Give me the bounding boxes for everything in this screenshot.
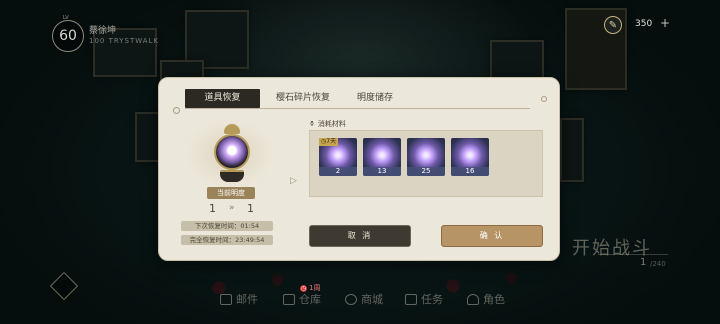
materials-panel: ◷7天 2 13 25 16 (309, 130, 543, 197)
current-brightness-label: 当前明度 (207, 187, 255, 199)
tab-bar: 道具恢复 樱石碎片恢复 明度储存 (185, 89, 530, 109)
add-currency-button[interactable]: + (660, 16, 670, 30)
material-item[interactable]: 13 (363, 138, 401, 176)
nav-task[interactable]: 任务 (405, 291, 443, 307)
clock-icon: ◷ (300, 284, 307, 292)
tab-fragment-recovery[interactable]: 樱石碎片恢复 (263, 89, 343, 108)
level-value: 60 (59, 28, 77, 44)
stage-total: /240 (650, 260, 666, 268)
materials-title: 消耗材料 (317, 120, 346, 128)
next-recover-time: 下次恢复时间：01:54 (181, 221, 273, 231)
full-recover-time: 完全恢复时间：23:49:54 (181, 235, 273, 245)
material-item[interactable]: ◷7天 2 (319, 138, 357, 176)
quill-icon: ✎ (604, 16, 622, 34)
double-chevron-icon: » (229, 203, 235, 213)
item-count: 2 (319, 167, 357, 176)
warehouse-badge: ◷ 1周 (300, 283, 320, 293)
tab-item-recovery[interactable]: 道具恢复 (185, 89, 260, 108)
brightness-values: 1 » 1 (207, 202, 265, 216)
current-brightness-value: 1 (209, 202, 216, 215)
item-count: 16 (451, 167, 489, 176)
currency-value: 350 (635, 19, 653, 29)
level-badge[interactable]: 60 (52, 20, 84, 52)
stage-counter: 1 /240 (598, 254, 668, 273)
cancel-button[interactable]: 取 消 (309, 225, 411, 247)
player-name: 蔡徐坤 (89, 26, 117, 36)
nav-warehouse-label: 仓库 (299, 293, 321, 306)
next-brightness-value: 1 (247, 202, 254, 215)
item-count: 13 (363, 167, 401, 176)
shop-icon (345, 293, 357, 305)
stage-current: 1 (640, 257, 647, 268)
divider-dot (541, 96, 547, 102)
currency-display: ✎ 350 + (600, 14, 670, 34)
nav-shop-label: 商城 (361, 293, 383, 306)
nav-warehouse[interactable]: 仓库 (283, 291, 321, 307)
arrow-right-icon: ▷ (290, 176, 297, 186)
nav-shop[interactable]: 商城 (345, 291, 383, 307)
brightness-panel: 当前明度 1 » 1 下次恢复时间：01:54 完全恢复时间：23:49:54 (167, 116, 297, 256)
nav-task-label: 任务 (421, 293, 443, 306)
item-count: 25 (407, 167, 445, 176)
nav-mail-label: 邮件 (236, 293, 258, 306)
materials-header: ⚱ 消耗材料 (309, 119, 346, 129)
warehouse-icon (283, 293, 295, 305)
nav-character-label: 角色 (483, 293, 505, 306)
lantern-icon (211, 124, 253, 182)
nav-mail[interactable]: 邮件 (220, 291, 258, 307)
task-icon (405, 293, 417, 305)
tab-brightness-storage[interactable]: 明度储存 (345, 89, 405, 108)
recovery-dialog: 道具恢复 樱石碎片恢复 明度储存 当前明度 1 » 1 下次恢复时间：01:54… (158, 77, 560, 261)
character-icon (467, 293, 479, 305)
expiry-tag: ◷7天 (319, 138, 339, 146)
player-subtitle: 100 TRYSTWALK (89, 37, 160, 45)
divider-dot (173, 107, 180, 114)
material-item[interactable]: 25 (407, 138, 445, 176)
bottle-icon: ⚱ (309, 120, 315, 128)
material-item[interactable]: 16 (451, 138, 489, 176)
nav-character[interactable]: 角色 (467, 291, 505, 307)
warehouse-badge-text: 1周 (309, 284, 321, 292)
confirm-button[interactable]: 确 认 (441, 225, 543, 247)
mail-icon (220, 293, 232, 305)
